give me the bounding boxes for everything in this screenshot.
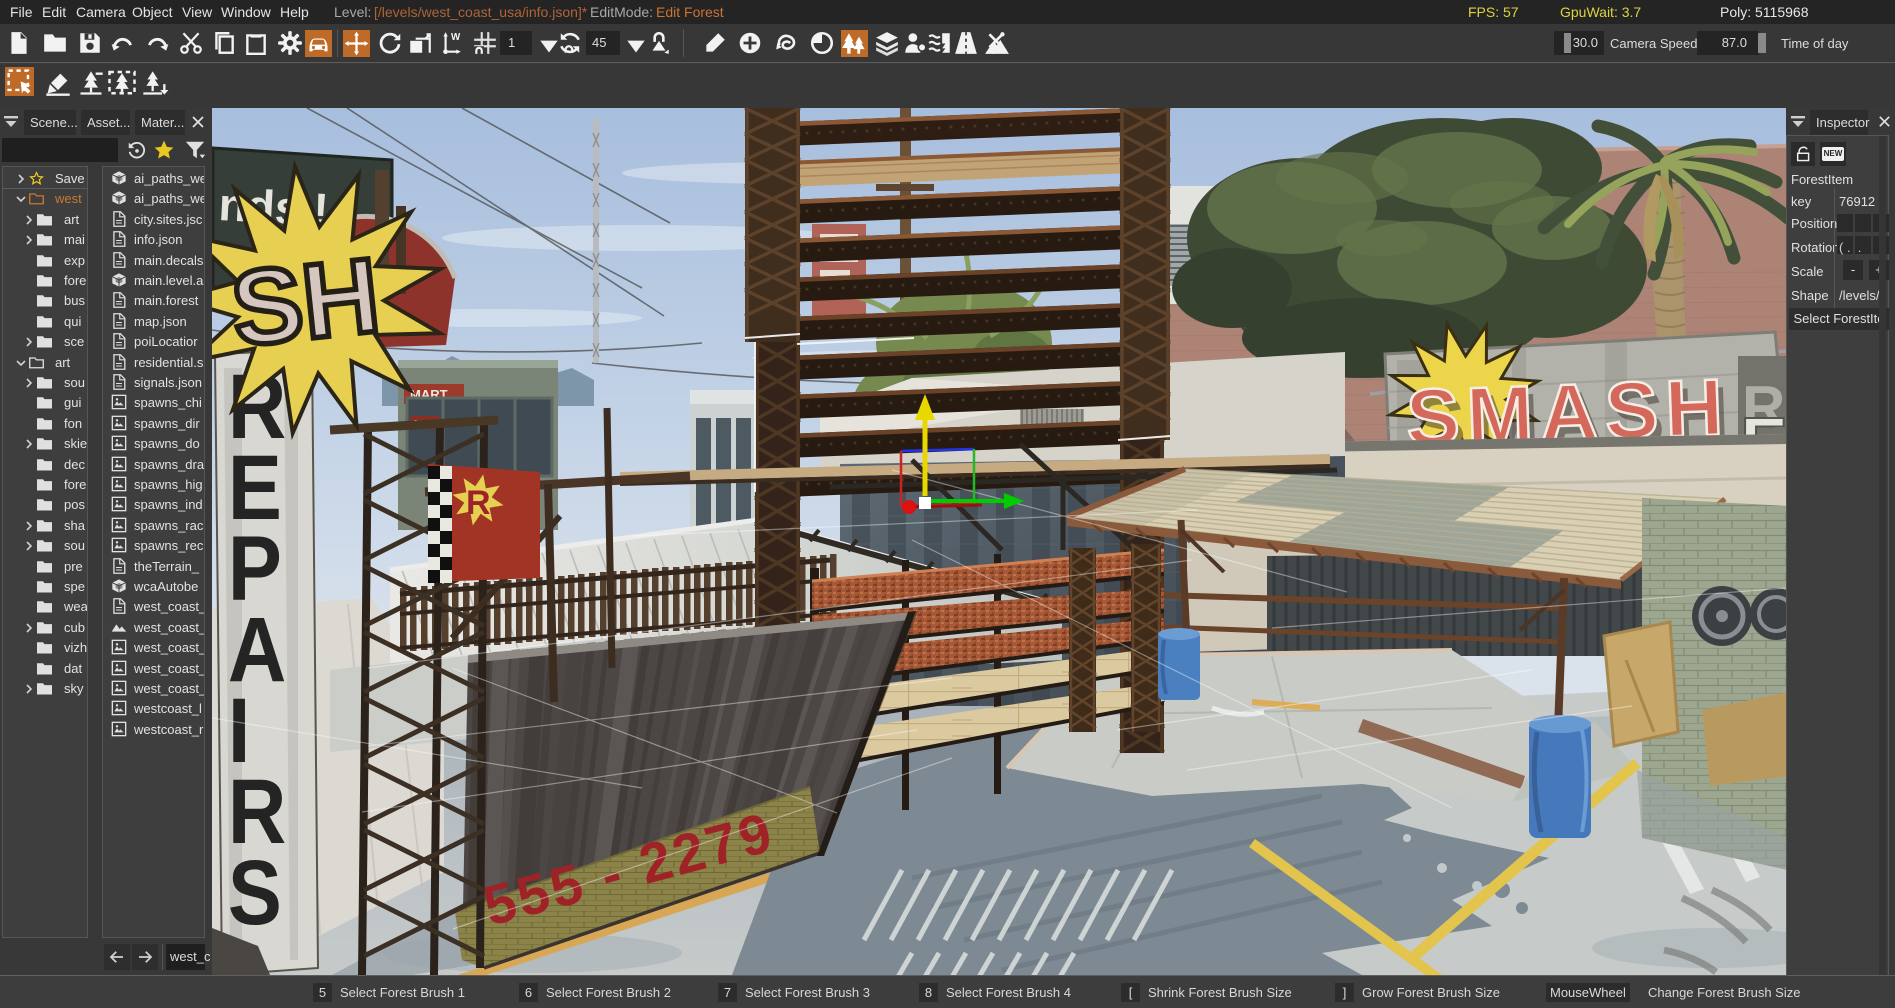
svg-text:W: W	[451, 32, 461, 43]
svg-text:SH: SH	[226, 236, 385, 369]
svg-text:S: S	[228, 842, 282, 944]
svg-text:R: R	[466, 484, 491, 522]
